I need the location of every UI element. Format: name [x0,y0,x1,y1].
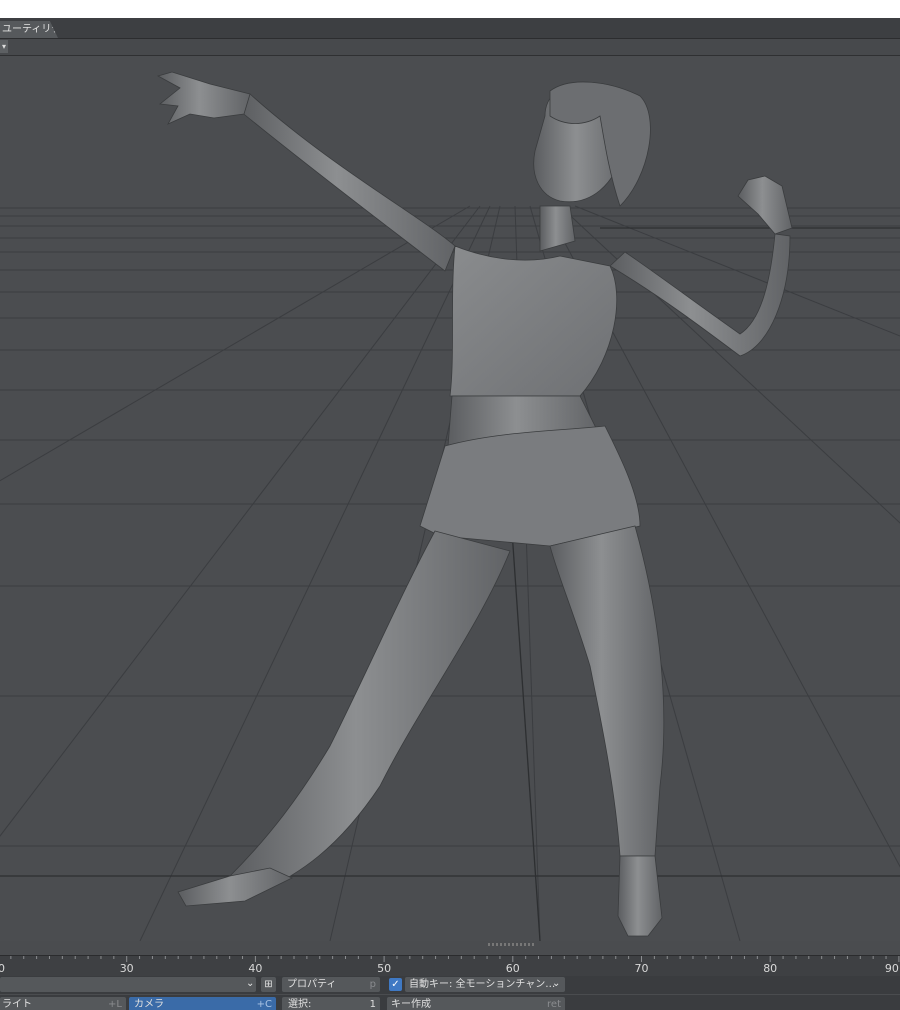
item-dropdown-chevron-icon[interactable]: ⌄ [246,978,254,989]
timeline-tick-label: 30 [120,962,134,975]
create-key-hotkey: ret [547,999,561,1010]
selected-count: 1 [369,999,376,1010]
tab-bar: ユーティリティ [0,18,900,39]
calculator-icon[interactable]: ⊞ [261,977,276,992]
auto-key-dropdown[interactable]: 自動キー: 全モーションチャン… [405,977,565,992]
control-row-1: ⌄ ⊞ プロパティ p ✓ 自動キー: 全モーションチャン… ⌄ [0,976,900,994]
timeline-ruler[interactable]: 20 30 40 50 60 70 80 90 [0,955,900,976]
auto-key-chevron-icon[interactable]: ⌄ [552,978,560,989]
light-button[interactable]: ライト +L [0,997,126,1010]
light-hotkey: +L [108,999,122,1010]
timeline-tick-label: 80 [763,962,777,975]
viewport-scene [0,71,900,941]
timeline-ticks: 20 30 40 50 60 70 80 90 [0,956,900,975]
control-row-2: ライト +L カメラ +C 選択: 1 キー作成 ret [0,995,900,1010]
auto-key-checkbox[interactable]: ✓ [389,978,402,991]
create-key-label: キー作成 [391,999,431,1010]
layout-app-window: ユーティリティ ▾ 0 30 40 50 60 70 80 90 ⌄ ⊞ プロパ… [0,18,900,1010]
camera-hotkey: +C [256,999,272,1010]
selected-count-field: 選択: 1 [282,997,380,1010]
light-label: ライト [2,999,32,1010]
grid-axis-z [511,530,541,941]
viewport-menu-button[interactable]: ▾ [0,40,8,53]
properties-hotkey: p [369,979,376,990]
item-dropdown[interactable] [0,977,256,992]
properties-label: プロパティ [287,979,337,990]
create-key-button[interactable]: キー作成 ret [387,997,565,1010]
timeline-tick-label: 90 [885,962,899,975]
tab-utilities[interactable]: ユーティリティ [0,21,58,38]
timeline-tick-label: 20 [0,962,5,975]
panel-resize-handle[interactable] [488,943,536,946]
3d-viewport[interactable] [0,56,900,941]
viewport-header: ▾ [0,39,900,56]
timeline-tick-label: 70 [635,962,649,975]
selected-label: 選択: [288,999,312,1010]
timeline-tick-label: 50 [377,962,391,975]
camera-button[interactable]: カメラ +C [129,997,276,1010]
auto-key-label: 自動キー: 全モーションチャン… [409,979,556,990]
timeline-tick-label: 40 [248,962,262,975]
timeline-tick-label: 60 [506,962,520,975]
camera-label: カメラ [134,999,164,1010]
properties-button[interactable]: プロパティ p [282,977,380,992]
